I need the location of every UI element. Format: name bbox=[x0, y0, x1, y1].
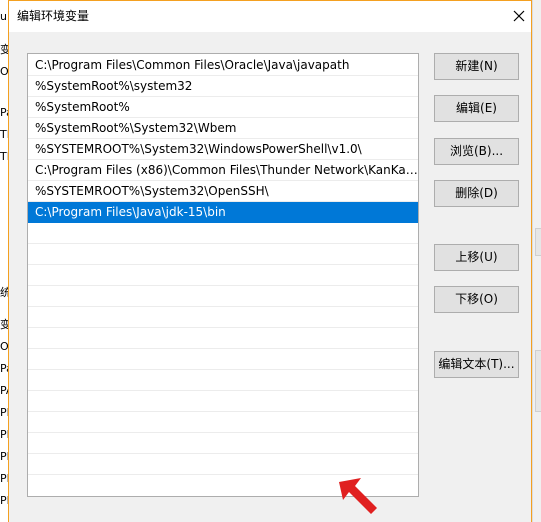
path-list-item[interactable]: %SystemRoot% bbox=[28, 97, 418, 118]
close-icon bbox=[513, 10, 525, 22]
background-text: 统 bbox=[0, 286, 8, 299]
path-list-empty-row[interactable] bbox=[28, 244, 418, 265]
delete-button[interactable]: 删除(D) bbox=[434, 180, 519, 207]
background-text: PF bbox=[0, 406, 8, 419]
background-text: PF bbox=[0, 450, 8, 463]
path-list[interactable]: C:\Program Files\Common Files\Oracle\Jav… bbox=[27, 53, 419, 497]
move-up-button[interactable]: 上移(U) bbox=[434, 244, 519, 271]
path-list-item[interactable]: %SystemRoot%\System32\Wbem bbox=[28, 118, 418, 139]
edit-text-button[interactable]: 编辑文本(T)... bbox=[434, 351, 519, 378]
path-list-item[interactable]: %SYSTEMROOT%\System32\WindowsPowerShell\… bbox=[28, 139, 418, 160]
annotation-arrow-icon bbox=[339, 478, 377, 514]
background-window-right bbox=[532, 0, 541, 522]
background-text: O bbox=[0, 65, 8, 78]
path-list-empty-row[interactable] bbox=[28, 265, 418, 286]
background-text: Pa bbox=[0, 362, 8, 375]
path-list-empty-row[interactable] bbox=[28, 307, 418, 328]
path-list-item[interactable]: %SYSTEMROOT%\System32\OpenSSH\ bbox=[28, 181, 418, 202]
screen: u 变 O Pa TE TN 统 变 O Pa PA PF PF PF PF P… bbox=[0, 0, 541, 522]
edit-button[interactable]: 编辑(E) bbox=[434, 95, 519, 122]
move-down-button[interactable]: 下移(O) bbox=[434, 286, 519, 313]
background-text: PF bbox=[0, 472, 8, 485]
path-list-empty-row[interactable] bbox=[28, 349, 418, 370]
dialog-title: 编辑环境变量 bbox=[17, 9, 90, 23]
path-list-empty-row[interactable] bbox=[28, 454, 418, 475]
path-list-empty-row[interactable] bbox=[28, 286, 418, 307]
path-list-item[interactable]: C:\Program Files (x86)\Common Files\Thun… bbox=[28, 160, 418, 181]
background-scrollbar-thumb bbox=[535, 228, 541, 256]
close-button[interactable] bbox=[505, 2, 533, 30]
path-list-empty-row[interactable] bbox=[28, 412, 418, 433]
path-list-item[interactable]: %SystemRoot%\system32 bbox=[28, 76, 418, 97]
background-text: TE bbox=[0, 128, 8, 141]
background-text: PF bbox=[0, 494, 8, 507]
path-list-empty-row[interactable] bbox=[28, 433, 418, 454]
path-list-empty-row[interactable] bbox=[28, 370, 418, 391]
new-button[interactable]: 新建(N) bbox=[434, 53, 519, 80]
background-text: PA bbox=[0, 384, 8, 397]
background-text: Pa bbox=[0, 106, 8, 119]
background-text: O bbox=[0, 340, 8, 353]
title-bar[interactable]: 编辑环境变量 bbox=[9, 0, 531, 32]
title-bar-accent bbox=[9, 0, 531, 1]
path-list-empty-row[interactable] bbox=[28, 391, 418, 412]
background-text: PF bbox=[0, 428, 8, 441]
path-list-empty-row[interactable] bbox=[28, 223, 418, 244]
background-text: TN bbox=[0, 150, 8, 163]
background-text: u bbox=[0, 10, 7, 23]
browse-button[interactable]: 浏览(B)... bbox=[434, 138, 519, 165]
edit-env-variable-dialog: 编辑环境变量 C:\Program Files\Common Files\Ora… bbox=[8, 0, 532, 522]
path-list-item[interactable]: C:\Program Files\Common Files\Oracle\Jav… bbox=[28, 55, 418, 76]
path-list-empty-row[interactable] bbox=[28, 328, 418, 349]
background-scrollbar-thumb bbox=[535, 350, 541, 412]
background-text: 变 bbox=[0, 43, 8, 56]
path-list-item-selected[interactable]: C:\Program Files\Java\jdk-15\bin bbox=[28, 202, 418, 223]
background-text: 变 bbox=[0, 318, 8, 331]
